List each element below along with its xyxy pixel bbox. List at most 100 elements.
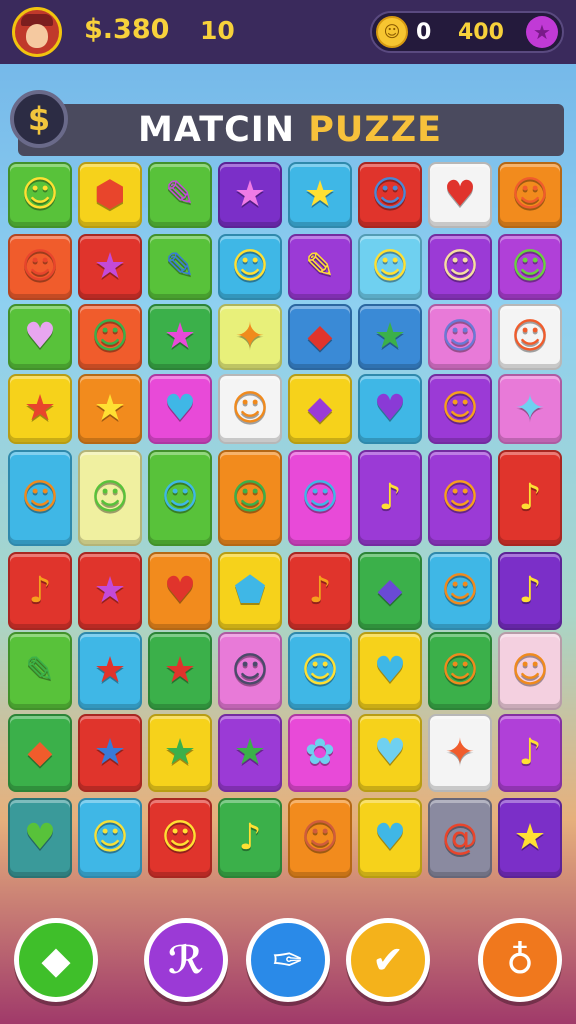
tile-piece-icon: ☺ bbox=[301, 817, 339, 858]
board-tile[interactable]: ⬥ bbox=[288, 374, 352, 444]
board-tile[interactable]: ☺ bbox=[218, 234, 282, 300]
board-tile[interactable]: ☺ bbox=[498, 632, 562, 710]
board-tile[interactable]: ⬥ bbox=[358, 552, 422, 630]
board-tile[interactable]: ☺ bbox=[428, 234, 492, 300]
check-action-button[interactable]: ✔ bbox=[346, 918, 430, 1002]
board-tile[interactable]: ☺ bbox=[498, 304, 562, 370]
board-tile[interactable]: ⬢ bbox=[78, 162, 142, 228]
board-tile[interactable]: ✎ bbox=[8, 632, 72, 710]
board-tile[interactable]: ☺ bbox=[8, 234, 72, 300]
board-tile[interactable]: ☺ bbox=[428, 552, 492, 630]
board-tile[interactable]: ♥ bbox=[428, 162, 492, 228]
board-tile[interactable]: ♪ bbox=[358, 450, 422, 546]
tile-piece-icon: ☺ bbox=[441, 570, 479, 611]
board-tile[interactable]: ★ bbox=[148, 714, 212, 792]
board-tile[interactable]: ☺ bbox=[218, 450, 282, 546]
currency-pill[interactable]: ☺ 0 400 ★ bbox=[370, 11, 564, 53]
game-title: MATCIN PUZZE bbox=[138, 110, 442, 150]
board-tile[interactable]: ♪ bbox=[498, 714, 562, 792]
tile-piece-icon: ♥ bbox=[373, 650, 407, 691]
board-tile[interactable]: ★ bbox=[288, 162, 352, 228]
board-tile[interactable]: ♪ bbox=[498, 450, 562, 546]
board-tile[interactable]: ☺ bbox=[428, 304, 492, 370]
shop-dollar-button[interactable]: $ bbox=[10, 90, 68, 148]
tile-piece-icon: ☺ bbox=[21, 174, 59, 215]
check-icon: ✔ bbox=[372, 938, 404, 982]
board-tile[interactable]: ⬥ bbox=[288, 304, 352, 370]
board-tile[interactable]: ♪ bbox=[218, 798, 282, 878]
board-tile[interactable]: ☺ bbox=[148, 798, 212, 878]
board-tile[interactable]: ☺ bbox=[288, 450, 352, 546]
shuffle-icon: ℛ bbox=[168, 938, 204, 982]
board-tile[interactable]: ☺ bbox=[498, 162, 562, 228]
board-tile[interactable]: ★ bbox=[78, 552, 142, 630]
purple-star-icon[interactable]: ★ bbox=[526, 16, 558, 48]
board-tile[interactable]: ♪ bbox=[288, 552, 352, 630]
board-tile[interactable]: ★ bbox=[78, 714, 142, 792]
board-tile[interactable]: ☺ bbox=[78, 798, 142, 878]
board-tile[interactable]: ♥ bbox=[358, 632, 422, 710]
board-tile[interactable]: ★ bbox=[218, 162, 282, 228]
board-tile[interactable]: ♥ bbox=[358, 798, 422, 878]
board-tile[interactable]: ♥ bbox=[148, 552, 212, 630]
board-tile[interactable]: ✦ bbox=[428, 714, 492, 792]
tile-piece-icon: ☺ bbox=[371, 246, 409, 287]
avatar-face bbox=[26, 24, 48, 48]
board-tile[interactable]: ☺ bbox=[8, 450, 72, 546]
board-tile[interactable]: ★ bbox=[498, 798, 562, 878]
board-tile[interactable]: ☺ bbox=[428, 374, 492, 444]
board-tile[interactable]: ☺ bbox=[428, 632, 492, 710]
board-tile[interactable]: ✎ bbox=[148, 162, 212, 228]
tile-piece-icon: ♥ bbox=[373, 817, 407, 858]
shuffle-action-button[interactable]: ℛ bbox=[144, 918, 228, 1002]
board-tile[interactable]: ♪ bbox=[498, 552, 562, 630]
board-tile[interactable]: ☺ bbox=[498, 234, 562, 300]
board-tile[interactable]: ✦ bbox=[218, 304, 282, 370]
board-tile[interactable]: ☺ bbox=[218, 632, 282, 710]
board-tile[interactable]: ☺ bbox=[218, 374, 282, 444]
board-tile[interactable]: ☺ bbox=[78, 304, 142, 370]
board-tile[interactable]: ✿ bbox=[288, 714, 352, 792]
board-tile[interactable]: ♥ bbox=[148, 374, 212, 444]
tile-piece-icon: ☺ bbox=[301, 650, 339, 691]
board-tile[interactable]: ☺ bbox=[78, 450, 142, 546]
board-tile[interactable]: ✦ bbox=[498, 374, 562, 444]
board-tile[interactable]: ☺ bbox=[358, 162, 422, 228]
board-tile[interactable]: ★ bbox=[78, 374, 142, 444]
tile-piece-icon: ★ bbox=[163, 732, 197, 773]
diamond-action-button[interactable]: ◆ bbox=[14, 918, 98, 1002]
board-tile[interactable]: ☺ bbox=[8, 162, 72, 228]
board-tile[interactable]: ♥ bbox=[8, 798, 72, 878]
board-tile[interactable]: ☺ bbox=[428, 450, 492, 546]
board-tile[interactable]: ★ bbox=[358, 304, 422, 370]
board-tile[interactable]: ⬟ bbox=[218, 552, 282, 630]
top-hud: $.380 10 ☺ 0 400 ★ bbox=[0, 0, 576, 64]
board-tile[interactable]: ☺ bbox=[358, 234, 422, 300]
board-tile[interactable]: ★ bbox=[8, 374, 72, 444]
board-tile[interactable]: @ bbox=[428, 798, 492, 878]
board-tile[interactable]: ☺ bbox=[288, 798, 352, 878]
tile-piece-icon: ☺ bbox=[301, 477, 339, 518]
board-tile[interactable]: ★ bbox=[148, 304, 212, 370]
board-tile[interactable]: ✎ bbox=[288, 234, 352, 300]
key-action-button[interactable]: ♁ bbox=[478, 918, 562, 1002]
tile-piece-icon: ★ bbox=[233, 174, 267, 215]
board-tile[interactable]: ★ bbox=[78, 632, 142, 710]
board-tile[interactable]: ★ bbox=[148, 632, 212, 710]
board-tile[interactable]: ♥ bbox=[8, 304, 72, 370]
board-tile[interactable]: ♪ bbox=[8, 552, 72, 630]
board-tile[interactable]: ♥ bbox=[358, 374, 422, 444]
board-tile[interactable]: ✎ bbox=[148, 234, 212, 300]
feather-action-button[interactable]: ✑ bbox=[246, 918, 330, 1002]
board-tile[interactable]: ★ bbox=[78, 234, 142, 300]
board-tile[interactable]: ☺ bbox=[148, 450, 212, 546]
board-tile[interactable]: ⬥ bbox=[8, 714, 72, 792]
board-tile[interactable]: ☺ bbox=[288, 632, 352, 710]
tile-piece-icon: ✎ bbox=[164, 246, 196, 287]
board-tile[interactable]: ★ bbox=[218, 714, 282, 792]
tile-piece-icon: ♥ bbox=[443, 174, 477, 215]
board-tile[interactable]: ♥ bbox=[358, 714, 422, 792]
tile-piece-icon: ☺ bbox=[231, 246, 269, 287]
tile-piece-icon: ☺ bbox=[231, 388, 269, 429]
player-avatar[interactable] bbox=[12, 7, 62, 57]
